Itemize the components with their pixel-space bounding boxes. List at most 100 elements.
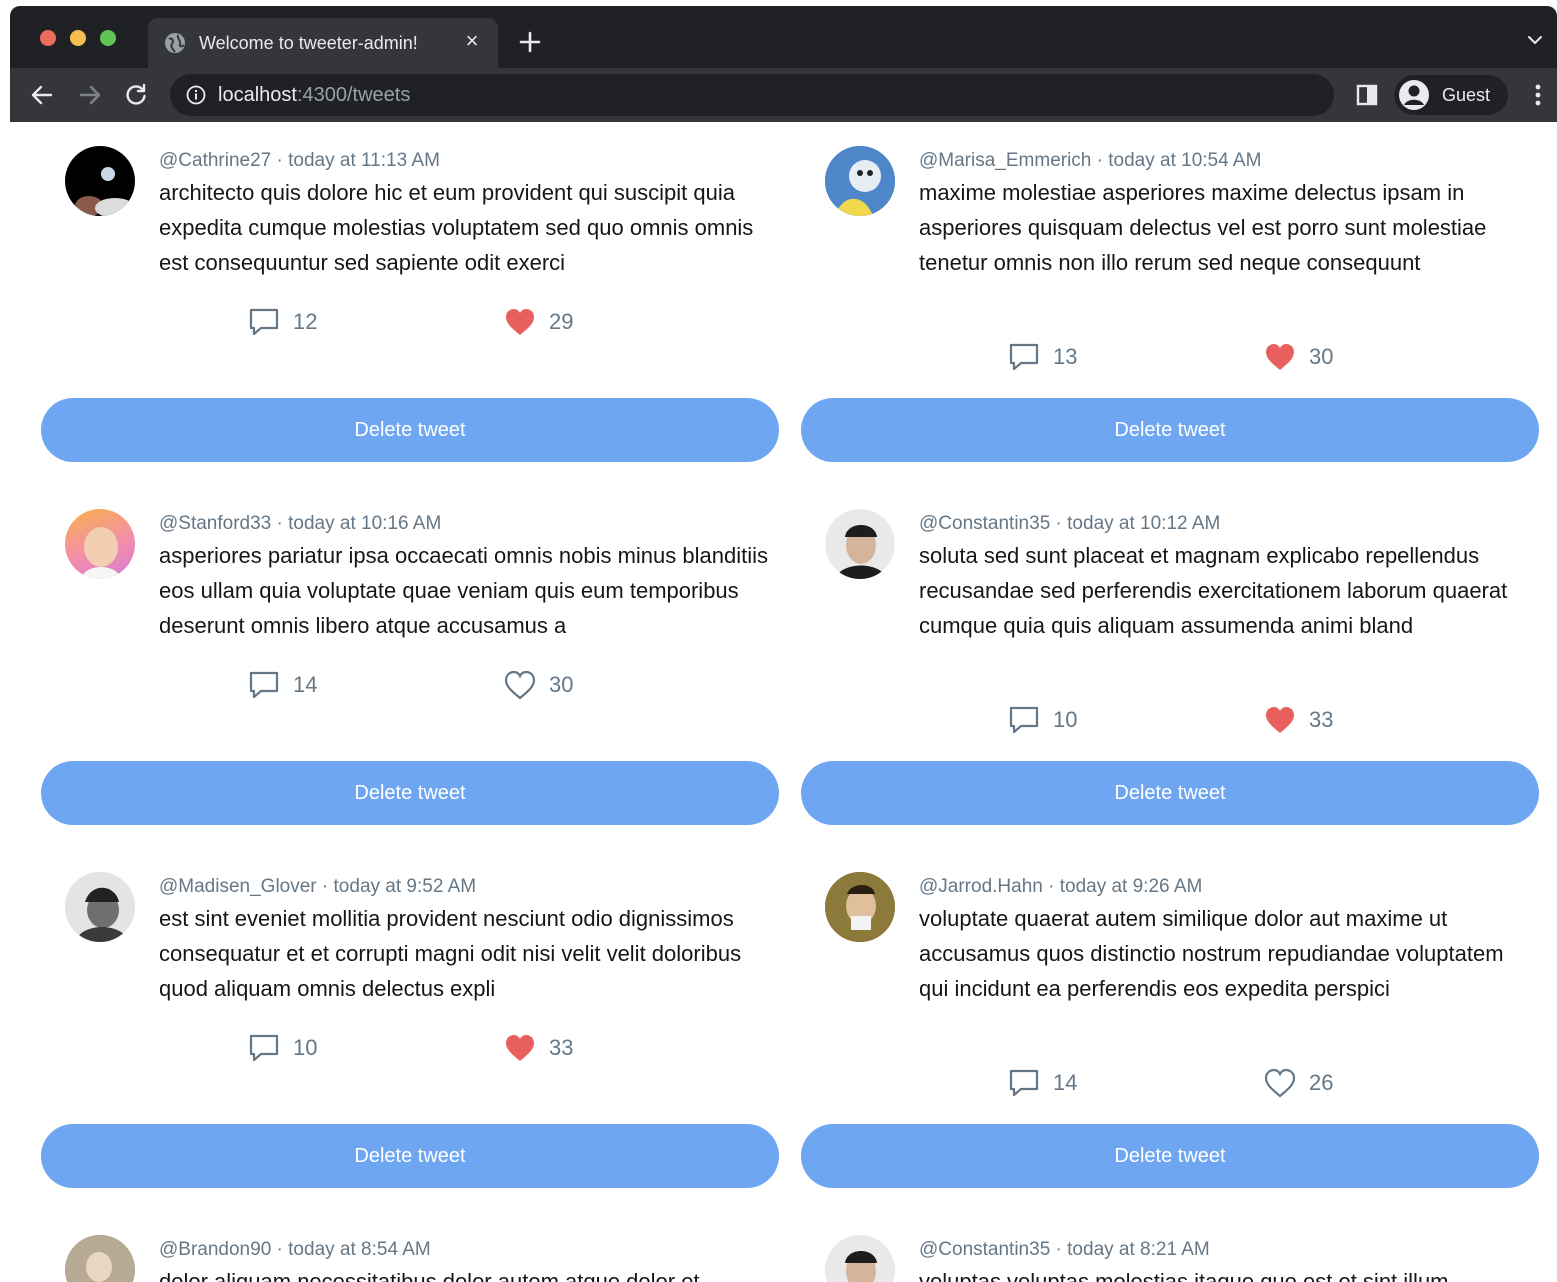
reply-button[interactable]: 10 <box>1007 700 1077 740</box>
back-arrow-icon[interactable] <box>28 81 56 109</box>
maximize-window-button[interactable] <box>100 30 116 46</box>
tweet-card: @Cathrine27 · today at 11:13 AM architec… <box>41 122 779 462</box>
close-tab-icon[interactable]: × <box>462 30 482 52</box>
avatar <box>65 1235 135 1282</box>
tweet-text: voluptate quaerat autem similique dolor … <box>919 906 1504 1001</box>
tweet-actions: 14 30 <box>247 665 607 705</box>
tweet-meta: @Jarrod.Hahn · today at 9:26 AM <box>919 876 1203 897</box>
tab-active[interactable]: Welcome to tweeter-admin! × <box>148 18 498 68</box>
profile-button[interactable]: Guest <box>1394 75 1508 115</box>
toolbar: localhost:4300/tweets Guest <box>10 68 1557 122</box>
delete-tweet-button[interactable]: Delete tweet <box>801 398 1539 462</box>
tweet-handle[interactable]: @Constantin35 <box>919 513 1050 534</box>
heart-filled-icon <box>1266 707 1294 733</box>
tweet-time: today at 9:52 AM <box>333 876 477 897</box>
reply-button[interactable]: 13 <box>1007 337 1077 377</box>
tweet-text: dolor aliquam necessitatibus dolor autem… <box>159 1269 700 1282</box>
new-tab-icon[interactable] <box>516 28 544 56</box>
avatar <box>65 146 135 216</box>
more-options-icon[interactable] <box>1528 82 1548 108</box>
avatar <box>65 509 135 579</box>
tweet-meta: @Marisa_Emmerich · today at 10:54 AM <box>919 150 1262 171</box>
tweet-actions: 13 30 <box>1007 337 1367 377</box>
like-button[interactable]: 33 <box>1263 700 1333 740</box>
tweet-card: @Jarrod.Hahn · today at 9:26 AM voluptat… <box>801 848 1539 1188</box>
tweet-card: @Marisa_Emmerich · today at 10:54 AM max… <box>801 122 1539 462</box>
delete-tweet-button[interactable]: Delete tweet <box>41 1124 779 1188</box>
tweet-handle[interactable]: @Cathrine27 <box>159 150 271 171</box>
comment-icon <box>249 308 279 336</box>
minimize-window-button[interactable] <box>70 30 86 46</box>
tweet-meta: @Madisen_Glover · today at 9:52 AM <box>159 876 477 897</box>
tweet-meta: @Cathrine27 · today at 11:13 AM <box>159 150 440 171</box>
reply-button[interactable]: 12 <box>247 302 317 342</box>
heart-outline-icon <box>504 670 536 700</box>
chevron-down-icon[interactable] <box>1527 32 1543 48</box>
delete-tweet-button[interactable]: Delete tweet <box>801 1124 1539 1188</box>
tweet-time: today at 10:12 AM <box>1067 513 1221 534</box>
reply-button[interactable]: 10 <box>247 1028 317 1068</box>
comment-icon <box>1009 1069 1039 1097</box>
reload-icon[interactable] <box>122 81 150 109</box>
address-bar[interactable]: localhost:4300/tweets <box>170 74 1334 116</box>
reply-button[interactable]: 14 <box>247 665 317 705</box>
tweet-card: @Constantin35 · today at 10:12 AM soluta… <box>801 485 1539 825</box>
tweet-handle[interactable]: @Brandon90 <box>159 1239 271 1260</box>
delete-tweet-button[interactable]: Delete tweet <box>41 761 779 825</box>
delete-tweet-button[interactable]: Delete tweet <box>41 398 779 462</box>
like-button[interactable]: 33 <box>503 1028 573 1068</box>
reply-count: 10 <box>293 1035 318 1060</box>
tweet-handle[interactable]: @Marisa_Emmerich <box>919 150 1091 171</box>
tweet-text: asperiores pariatur ipsa occaecati omnis… <box>159 543 768 638</box>
info-icon[interactable] <box>186 85 206 105</box>
like-count: 26 <box>1309 1070 1334 1095</box>
tweets-page: @Cathrine27 · today at 11:13 AM architec… <box>10 122 1557 1282</box>
tweet-meta: @Constantin35 · today at 8:21 AM <box>919 1239 1210 1260</box>
tweet-actions: 12 29 <box>247 302 607 342</box>
tweet-card: @Stanford33 · today at 10:16 AM asperior… <box>41 485 779 825</box>
tab-strip: Welcome to tweeter-admin! × <box>10 6 1557 68</box>
reply-count: 13 <box>1053 344 1078 369</box>
close-window-button[interactable] <box>40 30 56 46</box>
side-panel-icon[interactable] <box>1356 84 1378 106</box>
tweet-handle[interactable]: @Madisen_Glover <box>159 876 317 897</box>
like-button[interactable]: 29 <box>503 302 573 342</box>
tweet-time: today at 10:54 AM <box>1108 150 1262 171</box>
avatar <box>825 146 895 216</box>
tweet-handle[interactable]: @Constantin35 <box>919 1239 1050 1260</box>
forward-arrow-icon[interactable] <box>76 81 104 109</box>
tweet-text: maxime molestiae asperiores maxime delec… <box>919 180 1487 275</box>
reply-count: 10 <box>1053 707 1078 732</box>
avatar <box>825 1235 895 1282</box>
tweet-time: today at 11:13 AM <box>288 150 440 171</box>
tweet-card: @Constantin35 · today at 8:21 AM volupta… <box>801 1211 1539 1282</box>
tweet-handle[interactable]: @Stanford33 <box>159 513 271 534</box>
tweet-meta: @Constantin35 · today at 10:12 AM <box>919 513 1221 534</box>
heart-outline-icon <box>1264 1068 1296 1098</box>
browser-window: Welcome to tweeter-admin! × localhost:43… <box>10 6 1557 122</box>
reply-count: 14 <box>1053 1070 1078 1095</box>
like-button[interactable]: 30 <box>1263 337 1333 377</box>
tweet-text: architecto quis dolore hic et eum provid… <box>159 180 754 275</box>
tweet-text: est sint eveniet mollitia provident nesc… <box>159 906 742 1001</box>
globe-icon <box>165 33 185 53</box>
url-text: localhost:4300/tweets <box>218 84 411 106</box>
tweet-actions: 10 33 <box>1007 700 1367 740</box>
like-count: 30 <box>549 672 574 697</box>
heart-filled-icon <box>506 1035 534 1061</box>
tweet-time: today at 8:21 AM <box>1067 1239 1210 1260</box>
tweet-card: @Brandon90 · today at 8:54 AM dolor aliq… <box>41 1211 779 1282</box>
avatar <box>65 872 135 942</box>
tweet-text: soluta sed sunt placeat et magnam explic… <box>919 543 1508 638</box>
tweet-actions: 10 33 <box>247 1028 607 1068</box>
comment-icon <box>1009 343 1039 371</box>
delete-tweet-button[interactable]: Delete tweet <box>801 761 1539 825</box>
tab-title: Welcome to tweeter-admin! <box>199 33 418 53</box>
reply-button[interactable]: 14 <box>1007 1063 1077 1103</box>
heart-filled-icon <box>506 309 534 335</box>
tweet-handle[interactable]: @Jarrod.Hahn <box>919 876 1043 897</box>
like-button[interactable]: 30 <box>503 665 573 705</box>
avatar <box>825 872 895 942</box>
like-button[interactable]: 26 <box>1263 1063 1333 1103</box>
user-avatar-icon <box>1399 80 1429 110</box>
